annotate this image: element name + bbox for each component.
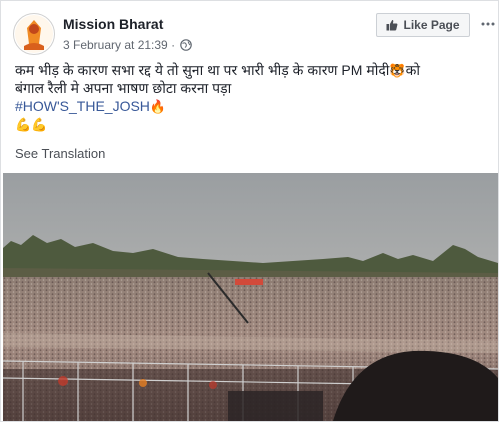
hashtag-line: #HOW'S_THE_JOSH🔥	[15, 97, 490, 115]
like-page-button[interactable]: Like Page	[376, 13, 470, 37]
page-name[interactable]: Mission Bharat	[63, 16, 163, 32]
page-avatar[interactable]	[13, 13, 55, 55]
post-card: Mission Bharat 3 February at 21:39 · Lik…	[0, 0, 499, 422]
hashtag-link[interactable]: #HOW'S_THE_JOSH	[15, 98, 150, 114]
fire-emoji: 🔥	[149, 99, 167, 114]
post-text-line1-part1: कम भीड़ के कारण सभा रद्द ये तो सुना था प…	[15, 62, 390, 78]
post-header: Mission Bharat 3 February at 21:39 · Lik…	[1, 1, 498, 57]
see-translation-link[interactable]: See Translation	[15, 146, 105, 161]
post-text-line-1: कम भीड़ के कारण सभा रद्द ये तो सुना था प…	[15, 61, 490, 79]
post-text-line-2: बंगाल रैली मे अपना भाषण छोटा करना पड़ा	[15, 80, 232, 96]
thumbs-up-icon	[386, 19, 398, 31]
more-options-icon[interactable]	[481, 17, 495, 31]
post-text-line1-part2: को	[405, 62, 420, 78]
tiger-emoji: 🐯	[389, 63, 406, 78]
meta-separator: ·	[171, 38, 176, 52]
post-timestamp[interactable]: 3 February at 21:39	[63, 38, 168, 52]
post-meta: 3 February at 21:39 ·	[63, 38, 193, 54]
flexed-biceps-emoji: 💪💪	[15, 117, 48, 132]
like-page-label: Like Page	[403, 18, 460, 32]
rally-crowd-photo[interactable]	[3, 173, 498, 421]
post-text: कम भीड़ के कारण सभा रद्द ये तो सुना था प…	[15, 61, 490, 133]
globe-icon	[180, 39, 193, 54]
